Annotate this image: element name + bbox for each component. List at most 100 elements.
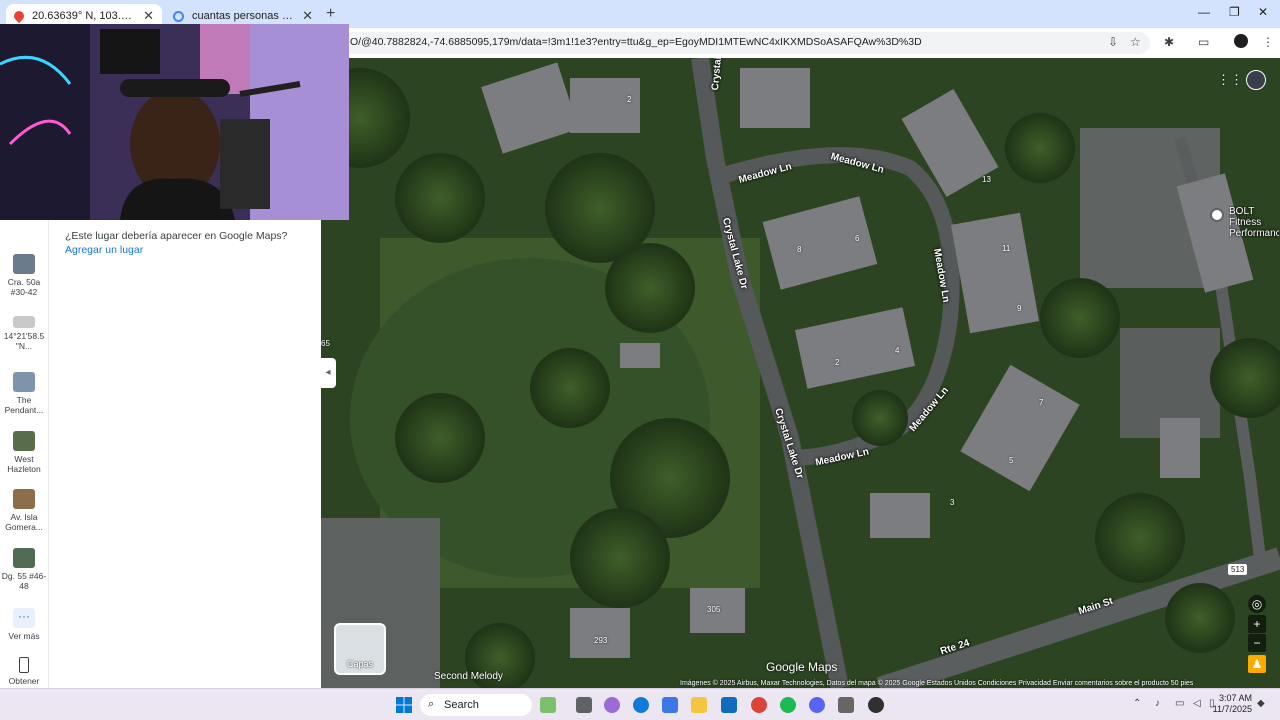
collapse-panel-button[interactable]: ◂ [320, 358, 336, 388]
google-maps-logo: Google Maps [766, 660, 838, 674]
see-more-button[interactable]: ··· Ver más [0, 608, 48, 641]
new-tab-icon[interactable]: + [326, 5, 335, 23]
search-icon: ⌕ [428, 698, 435, 710]
pegman-icon[interactable]: ♟ [1248, 655, 1266, 673]
store-icon[interactable] [662, 697, 678, 713]
screen: 20.63639° N, 103.27640° O - Goog ✕ cuant… [0, 0, 1280, 720]
recent-place[interactable]: West Hazleton [0, 431, 48, 474]
outlook-icon[interactable] [721, 697, 737, 713]
recent-place[interactable]: Dg. 55 #46-48 [0, 548, 48, 591]
get-app-label: Obtener [8, 676, 40, 686]
folder-icon[interactable] [691, 697, 707, 713]
house-number: 9 [1017, 304, 1022, 313]
search-label: Search [444, 699, 479, 711]
copilot-icon[interactable] [604, 697, 620, 713]
poi-name[interactable]: BOLT Fitness Performanc [1229, 206, 1279, 239]
windows-start-icon[interactable] [396, 697, 412, 713]
task-view-icon[interactable] [576, 697, 592, 713]
poi-pin-icon[interactable] [1210, 208, 1224, 222]
close-tab-icon[interactable]: ✕ [143, 8, 154, 24]
minimize-icon[interactable]: — [1198, 5, 1210, 19]
house-number: 3 [950, 498, 955, 507]
house-number: 4 [895, 346, 900, 355]
profile-avatar-icon[interactable] [1234, 34, 1248, 48]
recent-place-label: Cra. 50a #30-42 [7, 277, 41, 297]
house-number: 5 [1009, 456, 1014, 465]
taskbar-search[interactable]: ⌕ Search [420, 694, 532, 716]
bookmark-star-icon[interactable]: ☆ [1130, 35, 1141, 49]
maps-pin-icon [11, 8, 27, 24]
notifications-icon[interactable]: ◆ [1257, 698, 1265, 709]
attribution-bar: Imágenes © 2025 Airbus, Maxar Technologi… [680, 680, 1194, 687]
windows-taskbar: ⌕ Search ⌃ ♪ ▭ ◁ ▯ 3:07 AM 11/7/2025 ◆ [0, 688, 1280, 720]
my-location-icon[interactable]: ◎ [1248, 595, 1266, 613]
close-window-icon[interactable]: ✕ [1258, 5, 1268, 19]
recent-place-label: Dg. 55 #46-48 [1, 571, 47, 591]
recent-place[interactable]: The Pendant... [0, 372, 48, 415]
tab-title: 20.63639° N, 103.27640° O - Goog [32, 10, 137, 22]
add-place-link[interactable]: Agregar un lugar [65, 244, 143, 256]
recents-rail: Cra. 50a #30-42 14°21'58.5 "N... The Pen… [0, 220, 48, 688]
tab-search-icon[interactable]: ▭ [1198, 35, 1209, 49]
house-number: 65 [321, 339, 330, 348]
clock-time: 3:07 AM [1218, 693, 1252, 703]
clock[interactable]: 3:07 AM 11/7/2025 [1213, 693, 1252, 715]
now-playing-label: Second Melody [434, 671, 503, 682]
maximize-icon[interactable]: ❐ [1229, 5, 1240, 19]
satellite-imagery [320, 58, 1280, 688]
recent-place[interactable]: Av. Isla Gomera... [0, 489, 48, 532]
side-panel: ¿Este lugar debería aparecer en Google M… [48, 220, 321, 688]
recent-place[interactable]: 14°21'58.5 "N... [0, 316, 48, 351]
place-thumbnail [13, 316, 35, 328]
recent-place[interactable]: Cra. 50a #30-42 [0, 254, 48, 297]
obs-icon[interactable] [868, 697, 884, 713]
microphone-icon[interactable]: ♪ [1155, 698, 1160, 709]
more-icon: ··· [13, 608, 35, 628]
place-thumbnail [13, 548, 35, 568]
missing-place-question: ¿Este lugar debería aparecer en Google M… [65, 230, 288, 242]
get-app-button[interactable]: Obtener [0, 657, 48, 686]
edge-icon[interactable] [633, 697, 649, 713]
place-thumbnail [13, 372, 35, 392]
webcam-overlay [0, 24, 349, 220]
account-avatar[interactable] [1246, 70, 1266, 90]
layers-label: Capas [346, 659, 373, 669]
volume-icon[interactable]: ◁ [1193, 698, 1201, 709]
phone-icon [19, 657, 29, 673]
house-number: 13 [982, 175, 991, 184]
place-thumbnail [13, 489, 35, 509]
house-number: 293 [594, 636, 608, 645]
tab-title: cuantas personas viven en bog [192, 10, 296, 22]
satellite-map[interactable]: Crystal Meadow Ln Meadow Ln Crystal Lake… [320, 58, 1280, 688]
terminal-icon[interactable] [838, 697, 854, 713]
zoom-in-button[interactable]: + [1248, 615, 1266, 633]
house-number: 2 [835, 358, 840, 367]
recent-place-label: Av. Isla Gomera... [5, 512, 43, 532]
menu-dots-icon[interactable]: ⋮ [1262, 35, 1274, 49]
house-number: 2 [627, 95, 632, 104]
extensions-icon[interactable]: ✱ [1164, 35, 1174, 49]
layers-button[interactable]: Capas [334, 623, 386, 675]
spotify-icon[interactable] [780, 697, 796, 713]
tray-chevron-icon[interactable]: ⌃ [1133, 698, 1141, 709]
place-thumbnail [13, 254, 35, 274]
google-icon [173, 10, 184, 22]
house-number: 7 [1039, 398, 1044, 407]
streamer-video [0, 24, 349, 220]
address-bar[interactable]: O/@40.7882824,-74.6885095,179m/data=!3m1… [340, 32, 1150, 54]
recent-place-label: West Hazleton [7, 454, 41, 474]
discord-icon[interactable] [809, 697, 825, 713]
recent-place-label: 14°21'58.5 "N... [3, 331, 45, 351]
flask-app-icon[interactable] [540, 697, 556, 713]
see-more-label: Ver más [8, 631, 40, 641]
zoom-out-button[interactable]: − [1248, 634, 1266, 652]
install-app-icon[interactable]: ⇩ [1108, 35, 1118, 49]
place-thumbnail [13, 431, 35, 451]
network-icon[interactable]: ▭ [1175, 698, 1184, 709]
close-tab-icon[interactable]: ✕ [302, 8, 313, 24]
house-number: 8 [797, 245, 802, 254]
route-shield: 513 [1228, 564, 1248, 575]
url-text: O/@40.7882824,-74.6885095,179m/data=!3m1… [350, 36, 922, 48]
chrome-icon[interactable] [751, 697, 767, 713]
house-number: 305 [707, 605, 721, 614]
